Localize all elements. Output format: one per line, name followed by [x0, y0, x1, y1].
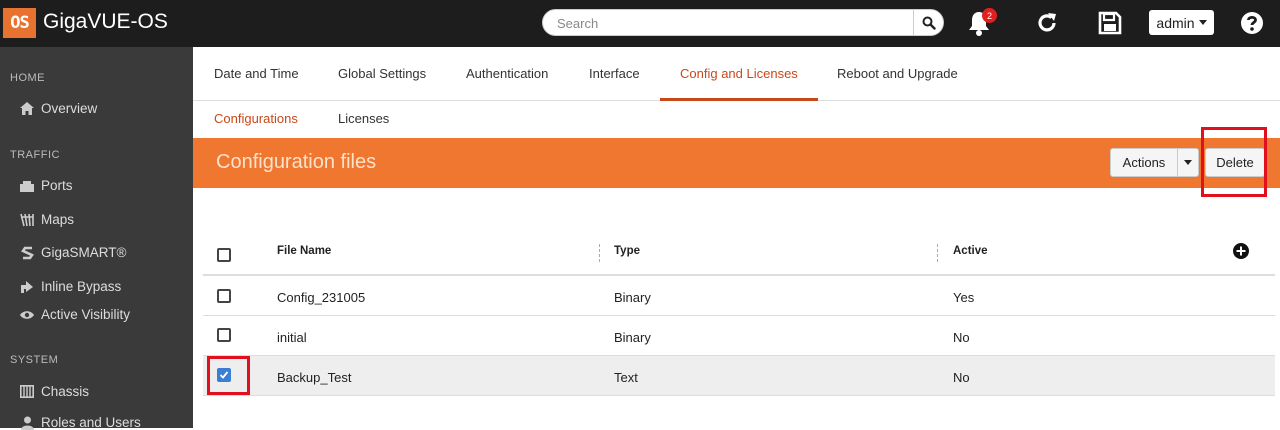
search-box — [542, 9, 944, 36]
refresh-button[interactable] — [1030, 7, 1064, 39]
sidebar-item-gigasmart[interactable]: GigaSMART® — [20, 245, 126, 260]
inline-bypass-icon — [20, 280, 34, 294]
chassis-icon — [20, 385, 34, 399]
checkbox-highlight-box — [207, 356, 250, 395]
row-checkbox[interactable] — [217, 289, 231, 303]
sidebar-item-label: Active Visibility — [41, 307, 131, 322]
table-row[interactable]: Backup_Test Text No — [203, 356, 1275, 396]
cell-active: Yes — [953, 290, 975, 305]
panel-header: Configuration files Actions Delete — [193, 138, 1280, 188]
search-input[interactable] — [557, 14, 907, 32]
sidebar-item-label: Maps — [41, 212, 75, 227]
cell-type: Binary — [614, 330, 651, 345]
column-header-file-name[interactable]: File Name — [277, 245, 331, 257]
actions-label: Actions — [1122, 155, 1166, 170]
save-icon — [1098, 11, 1122, 35]
save-button[interactable] — [1093, 7, 1127, 39]
tab-date-and-time[interactable]: Date and Time — [194, 47, 319, 101]
app-name: GigaVUE-OS — [43, 10, 168, 33]
search-button[interactable] — [913, 10, 943, 35]
subtab-licenses[interactable]: Licenses — [338, 101, 389, 138]
eye-icon — [20, 308, 34, 322]
row-checkbox[interactable] — [217, 328, 231, 342]
actions-button[interactable]: Actions — [1110, 148, 1178, 177]
home-icon — [20, 102, 34, 116]
cell-active: No — [953, 330, 970, 345]
chevron-down-icon — [1184, 160, 1192, 165]
sidebar-section-system: SYSTEM — [10, 354, 59, 366]
tab-interface[interactable]: Interface — [569, 47, 660, 101]
tab-config-and-licenses[interactable]: Config and Licenses — [660, 47, 818, 101]
user-name: admin — [1156, 14, 1195, 31]
cell-file-name: Config_231005 — [277, 290, 366, 305]
cell-file-name: initial — [277, 330, 307, 345]
sidebar-item-label: Inline Bypass — [41, 279, 122, 294]
refresh-icon — [1038, 13, 1056, 32]
sidebar-item-label: Ports — [41, 178, 73, 193]
help-icon — [1241, 12, 1263, 34]
cell-active: No — [953, 370, 970, 385]
delete-highlight-box — [1201, 127, 1267, 197]
sidebar-item-chassis[interactable]: Chassis — [20, 384, 89, 399]
table-row[interactable]: Config_231005 Binary Yes — [203, 276, 1275, 316]
tab-reboot-and-upgrade[interactable]: Reboot and Upgrade — [817, 47, 978, 101]
help-button[interactable] — [1235, 7, 1269, 39]
sidebar-item-label: Chassis — [41, 384, 90, 399]
select-all-checkbox[interactable] — [217, 248, 231, 262]
user-icon — [20, 416, 34, 430]
sidebar-item-ports[interactable]: Ports — [20, 178, 73, 193]
sidebar-item-inline-bypass[interactable]: Inline Bypass — [20, 279, 121, 294]
notification-count-badge: 2 — [982, 8, 997, 23]
column-separator[interactable] — [599, 244, 600, 262]
add-column-button[interactable] — [1233, 243, 1249, 259]
user-menu-button[interactable]: admin — [1149, 10, 1214, 35]
settings-tabs: Date and Time Global Settings Authentica… — [193, 47, 1280, 101]
table-header: File Name Type Active — [203, 231, 1275, 276]
sub-tabs: Configurations Licenses — [193, 101, 1280, 138]
search-icon — [922, 16, 936, 30]
sidebar-item-maps[interactable]: Maps — [20, 212, 74, 227]
sidebar-item-overview[interactable]: Overview — [20, 101, 97, 116]
sidebar: HOME Overview TRAFFIC Ports Maps GigaSMA… — [0, 47, 193, 430]
tab-authentication[interactable]: Authentication — [446, 47, 568, 101]
maps-icon — [20, 213, 34, 227]
sidebar-section-home: HOME — [10, 72, 45, 84]
cell-type: Text — [614, 370, 638, 385]
table-row[interactable]: initial Binary No — [203, 316, 1275, 356]
chevron-down-icon — [1198, 20, 1207, 25]
column-header-type[interactable]: Type — [614, 245, 640, 257]
plus-circle-icon — [1233, 243, 1249, 259]
ports-icon — [20, 179, 34, 193]
tab-global-settings[interactable]: Global Settings — [318, 47, 446, 101]
subtab-configurations[interactable]: Configurations — [214, 101, 298, 138]
column-header-active[interactable]: Active — [953, 245, 988, 257]
cell-type: Binary — [614, 290, 651, 305]
actions-dropdown-toggle[interactable] — [1177, 148, 1199, 177]
panel-title: Configuration files — [216, 151, 377, 173]
cell-file-name: Backup_Test — [277, 370, 352, 385]
top-bar: OS GigaVUE-OS 2 admin — [0, 0, 1280, 47]
notifications-button[interactable]: 2 — [962, 7, 997, 39]
logo-icon[interactable]: OS — [3, 8, 36, 38]
sidebar-item-label: GigaSMART® — [41, 245, 127, 260]
sidebar-item-label: Overview — [41, 101, 98, 116]
gigasmart-icon — [20, 246, 34, 260]
column-separator[interactable] — [937, 244, 938, 262]
sidebar-item-active-visibility[interactable]: Active Visibility — [20, 307, 130, 322]
sidebar-section-traffic: TRAFFIC — [10, 149, 60, 161]
